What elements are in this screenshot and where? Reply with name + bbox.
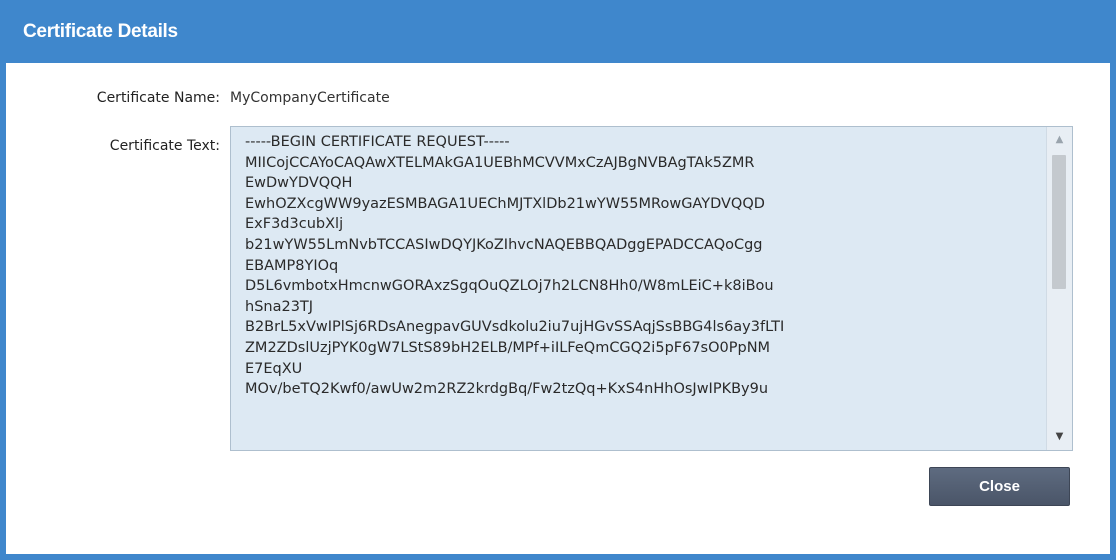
vertical-scrollbar[interactable]: ▲ ▼ <box>1046 127 1072 450</box>
certificate-text-content[interactable]: -----BEGIN CERTIFICATE REQUEST----- MIIC… <box>245 132 1041 400</box>
certificate-text-label: Certificate Text: <box>109 138 220 154</box>
scroll-down-arrow-icon[interactable]: ▼ <box>1047 426 1072 448</box>
dialog-titlebar: Certificate Details <box>0 0 1116 63</box>
certificate-name-label: Certificate Name: <box>96 90 220 106</box>
certificate-text-area[interactable]: -----BEGIN CERTIFICATE REQUEST----- MIIC… <box>230 126 1073 451</box>
dialog-title: Certificate Details <box>23 20 178 42</box>
close-button[interactable]: Close <box>929 467 1070 506</box>
certificate-name-value: MyCompanyCertificate <box>230 90 390 106</box>
scrollbar-thumb[interactable] <box>1052 155 1066 289</box>
scroll-up-arrow-icon[interactable]: ▲ <box>1047 129 1072 151</box>
